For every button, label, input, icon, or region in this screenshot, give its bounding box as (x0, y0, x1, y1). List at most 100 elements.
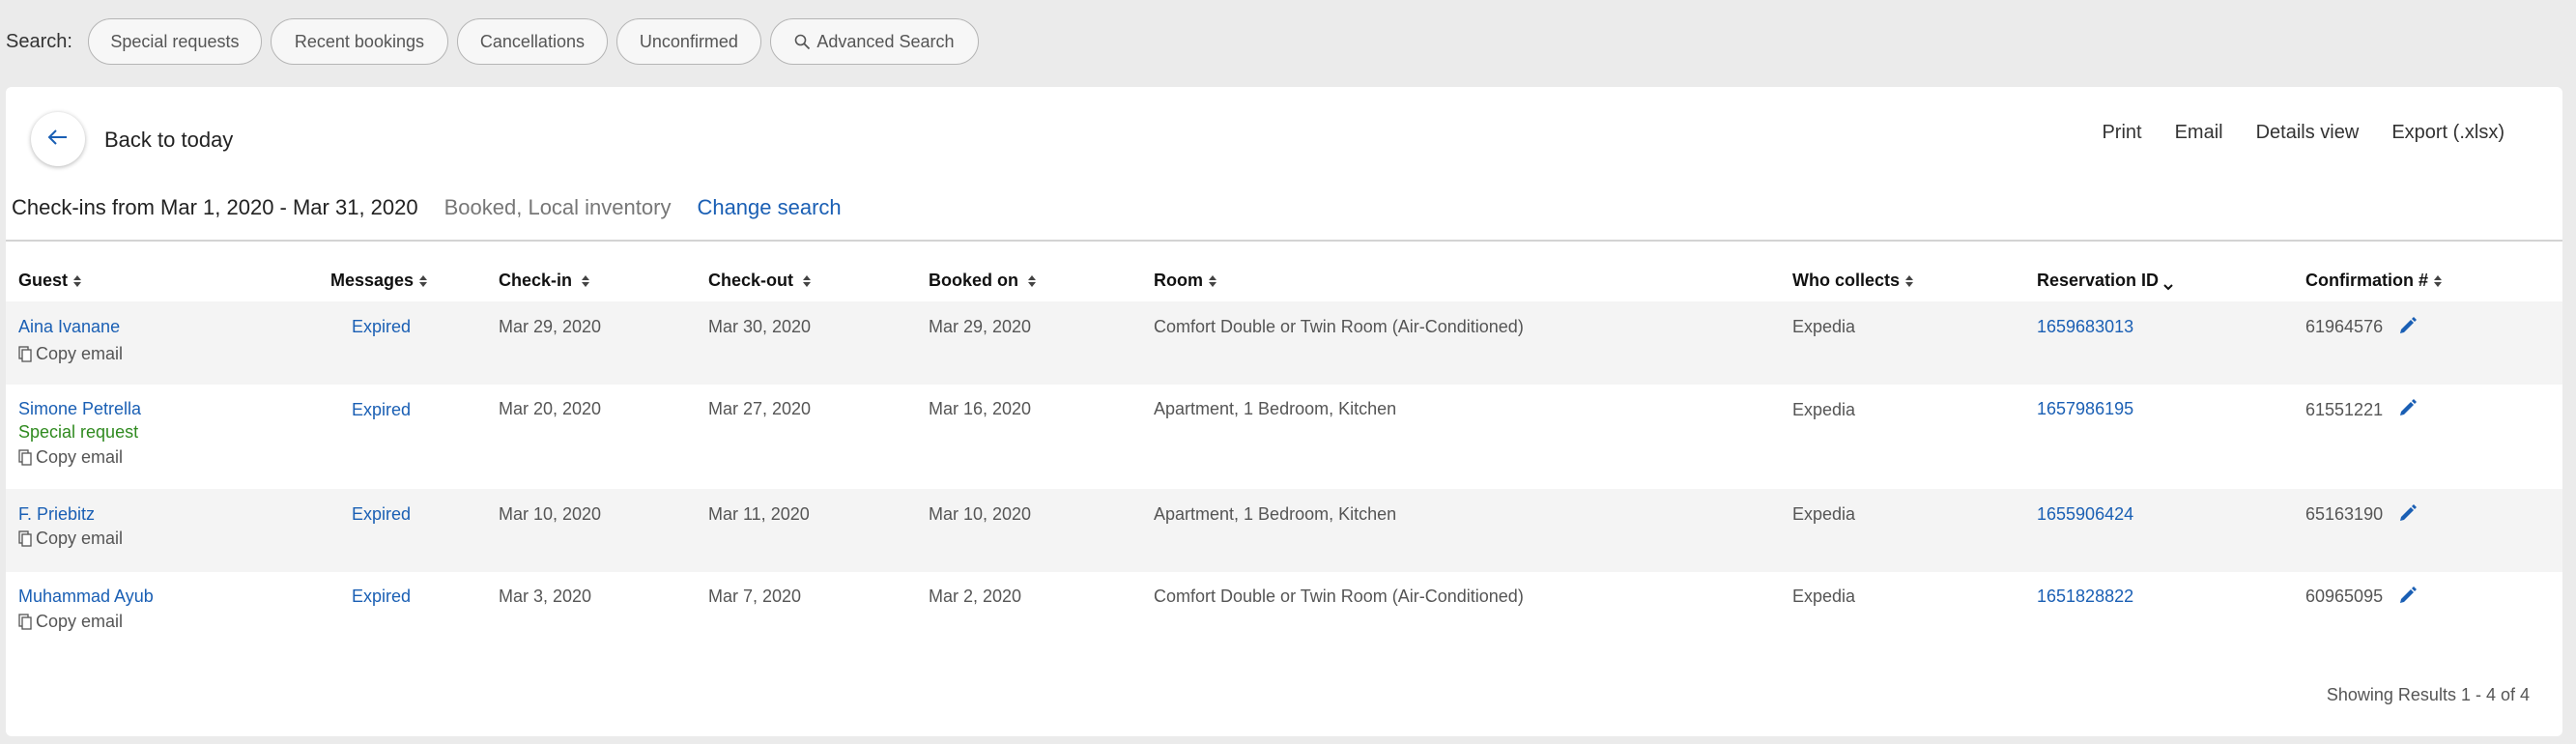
email-button[interactable]: Email (2175, 122, 2223, 144)
guest-name-link[interactable]: Simone Petrella (18, 399, 141, 419)
special-requests-filter[interactable]: Special requests (87, 18, 262, 65)
who-collects: Expedia (1792, 317, 1856, 336)
sort-icon (2434, 274, 2443, 287)
column-label: Confirmation # (2305, 271, 2429, 290)
column-label: Room (1154, 271, 1203, 290)
guest-name-link[interactable]: F. Priebitz (18, 504, 95, 525)
check-out-date: Mar 30, 2020 (708, 317, 812, 336)
change-search-link[interactable]: Change search (697, 195, 841, 220)
room-type: Apartment, 1 Bedroom, Kitchen (1154, 504, 1397, 524)
check-in-date: Mar 20, 2020 (499, 399, 602, 418)
recent-bookings-filter[interactable]: Recent bookings (270, 18, 448, 65)
column-label: Booked on (929, 271, 1018, 290)
table-row: Aina Ivanane Copy email Expired Mar 29, … (6, 301, 2562, 385)
back-arrow-icon (47, 129, 69, 151)
check-in-date: Mar 29, 2020 (499, 317, 602, 336)
booked-on-date: Mar 29, 2020 (929, 317, 1032, 336)
guest-name-link[interactable]: Muhammad Ayub (18, 587, 154, 607)
search-summary: Check-ins from Mar 1, 2020 - Mar 31, 202… (12, 195, 842, 220)
pencil-icon[interactable] (2398, 503, 2418, 523)
room-type: Comfort Double or Twin Room (Air-Conditi… (1154, 587, 1524, 606)
confirmation-number: 65163190 (2305, 504, 2384, 524)
check-out-date: Mar 11, 2020 (708, 504, 810, 524)
date-range: Check-ins from Mar 1, 2020 - Mar 31, 202… (12, 195, 418, 219)
column-label: Messages (330, 271, 415, 290)
copy-icon (18, 448, 32, 466)
copy-email-label: Copy email (36, 612, 124, 631)
messages-status-link[interactable]: Expired (352, 400, 411, 420)
export-xlsx-button[interactable]: Export (.xlsx) (2391, 122, 2504, 144)
special-request-label: Special request (18, 422, 139, 442)
copy-email-label: Copy email (36, 447, 124, 467)
cancellations-filter[interactable]: Cancellations (456, 18, 608, 65)
copy-email-button[interactable]: Copy email (18, 529, 123, 549)
pencil-icon[interactable] (2398, 586, 2418, 605)
column-header-confirmation[interactable]: Confirmation # (2305, 271, 2443, 291)
back-button[interactable] (31, 112, 85, 166)
reservation-id-link[interactable]: 1655906424 (2037, 504, 2133, 525)
copy-email-button[interactable]: Copy email (18, 447, 123, 468)
pencil-icon[interactable] (2398, 398, 2418, 417)
copy-email-label: Copy email (36, 529, 124, 548)
search-icon (794, 34, 811, 50)
copy-email-button[interactable]: Copy email (18, 344, 123, 364)
column-header-check-out[interactable]: Check-out (708, 271, 812, 291)
messages-status-link[interactable]: Expired (352, 317, 411, 337)
who-collects: Expedia (1792, 587, 1856, 606)
booked-on-date: Mar 10, 2020 (929, 504, 1032, 524)
column-label: Who collects (1792, 271, 1901, 290)
room-type: Apartment, 1 Bedroom, Kitchen (1154, 399, 1397, 418)
booked-on-date: Mar 2, 2020 (929, 587, 1022, 606)
quick-search-bar: Search: Special requests Recent bookings… (6, 18, 987, 65)
copy-icon (18, 345, 32, 362)
check-in-date: Mar 3, 2020 (499, 587, 592, 606)
who-collects: Expedia (1792, 400, 1856, 419)
check-out-date: Mar 7, 2020 (708, 587, 802, 606)
column-header-check-in[interactable]: Check-in (499, 271, 590, 291)
details-view-button[interactable]: Details view (2256, 122, 2360, 144)
booked-on-date: Mar 16, 2020 (929, 399, 1032, 418)
column-label: Reservation ID (2037, 271, 2160, 290)
copy-email-button[interactable]: Copy email (18, 612, 123, 632)
guest-name-link[interactable]: Aina Ivanane (18, 317, 120, 337)
sort-icon (582, 274, 590, 287)
column-label: Check-out (708, 271, 794, 290)
reservation-id-link[interactable]: 1651828822 (2037, 587, 2133, 607)
check-out-date: Mar 27, 2020 (708, 399, 812, 418)
room-type: Comfort Double or Twin Room (Air-Conditi… (1154, 317, 1524, 336)
pencil-icon[interactable] (2398, 316, 2418, 335)
table-row: F. Priebitz Copy email Expired Mar 10, 2… (6, 489, 2562, 572)
column-header-room[interactable]: Room (1154, 271, 1216, 291)
column-header-booked-on[interactable]: Booked on (929, 271, 1036, 291)
unconfirmed-filter[interactable]: Unconfirmed (615, 18, 761, 65)
sort-icon (73, 274, 82, 287)
sort-icon (419, 274, 428, 287)
results-count: Showing Results 1 - 4 of 4 (2326, 685, 2530, 704)
advanced-search-button[interactable]: Advanced Search (769, 18, 979, 65)
filter-status: Booked, Local inventory (444, 195, 672, 219)
divider (6, 240, 2562, 242)
advanced-search-label: Advanced Search (816, 31, 955, 51)
sort-icon (803, 274, 812, 287)
table-row: Muhammad Ayub Copy email Expired Mar 3, … (6, 572, 2562, 655)
messages-status-link[interactable]: Expired (352, 504, 411, 525)
sort-icon (1028, 274, 1036, 287)
column-header-messages[interactable]: Messages (330, 271, 428, 291)
column-label: Check-in (499, 271, 573, 290)
column-header-reservation-id[interactable]: Reservation ID (2037, 271, 2173, 291)
print-button[interactable]: Print (2102, 122, 2141, 144)
sort-icon (1209, 274, 1216, 287)
chevron-down-icon (2163, 276, 2173, 290)
search-label: Search: (6, 30, 72, 52)
column-header-who-collects[interactable]: Who collects (1792, 271, 1914, 291)
copy-icon (18, 529, 32, 547)
back-to-today-link[interactable]: Back to today (104, 128, 233, 153)
confirmation-number: 61551221 (2305, 400, 2384, 419)
reservation-id-link[interactable]: 1657986195 (2037, 399, 2133, 419)
table-row: Simone Petrella Special request Copy ema… (6, 385, 2562, 489)
column-label: Guest (18, 271, 69, 290)
who-collects: Expedia (1792, 504, 1856, 524)
column-header-guest[interactable]: Guest (18, 271, 82, 291)
reservation-id-link[interactable]: 1659683013 (2037, 317, 2133, 337)
messages-status-link[interactable]: Expired (352, 587, 411, 607)
